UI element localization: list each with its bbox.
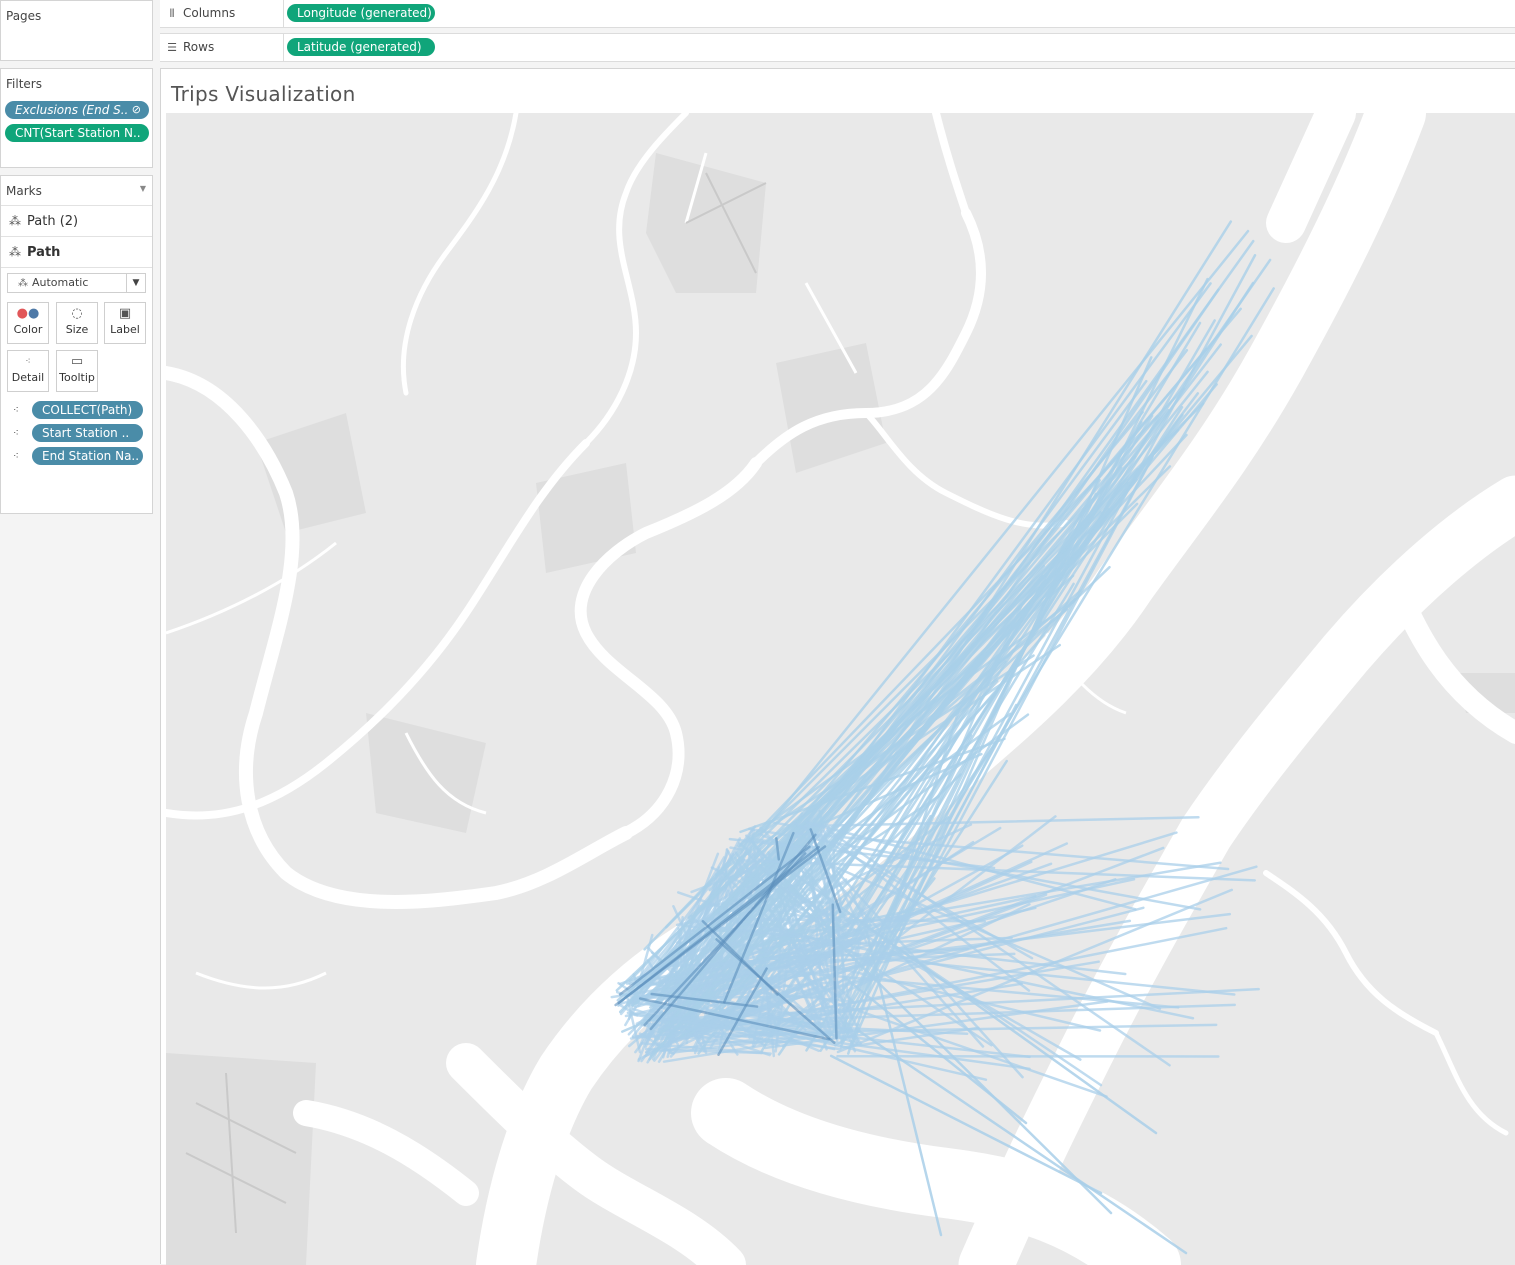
color-dots-icon: ●● xyxy=(8,303,48,323)
tooltip-icon: ▭ xyxy=(57,351,97,371)
size-icon: ◌ xyxy=(57,303,97,323)
pages-card[interactable]: Pages xyxy=(0,0,153,61)
color-button[interactable]: ●● Color xyxy=(7,302,49,344)
marks-layer-path-2[interactable]: ⁂Path (2) xyxy=(1,206,152,237)
tooltip-button[interactable]: ▭ Tooltip xyxy=(56,350,98,392)
rows-icon: ☰ xyxy=(165,34,179,61)
chevron-down-icon: ▼ xyxy=(126,274,145,292)
mark-type-dropdown[interactable]: ⁂ Automatic ▼ xyxy=(7,273,146,293)
filter-pill-cnt-start-station[interactable]: CNT(Start Station N.. xyxy=(5,124,149,142)
rows-label-text: Rows xyxy=(183,40,214,54)
marks-layer-label: Path xyxy=(27,245,60,260)
rows-pill-latitude[interactable]: Latitude (generated) xyxy=(287,38,435,56)
map-canvas[interactable] xyxy=(166,113,1515,1265)
marks-menu-caret-icon[interactable]: ▼ xyxy=(140,184,146,193)
map-marks-icon: ⁂ xyxy=(9,206,27,236)
filters-title: Filters xyxy=(6,77,42,91)
filters-card[interactable]: Filters Exclusions (End S.. ⊘ CNT(Start … xyxy=(0,68,153,168)
columns-label-text: Columns xyxy=(183,6,235,20)
tooltip-button-label: Tooltip xyxy=(59,371,95,384)
marks-field-label: Start Station .. xyxy=(42,426,129,440)
label-icon: ▣ xyxy=(105,303,145,323)
columns-icon: ⦀ xyxy=(165,0,179,27)
marks-field-collect-path[interactable]: COLLECT(Path) xyxy=(32,401,143,419)
pages-title: Pages xyxy=(6,9,41,23)
detail-button-label: Detail xyxy=(12,371,44,384)
view-card: Trips Visualization xyxy=(160,68,1515,1264)
marks-title: Marks xyxy=(6,184,42,198)
size-button[interactable]: ◌ Size xyxy=(56,302,98,344)
detail-icon: ⁖ xyxy=(13,405,18,416)
marks-field-start-station[interactable]: Start Station .. xyxy=(32,424,143,442)
columns-shelf[interactable]: ⦀ Columns Longitude (generated) xyxy=(160,0,1515,28)
size-button-label: Size xyxy=(66,323,89,336)
link-icon: ⊘ xyxy=(132,101,141,119)
marks-card[interactable]: Marks ▼ ⁂Path (2) ⁂Path ⁂Automatic ▼ ●● … xyxy=(0,175,153,514)
label-button-label: Label xyxy=(110,323,140,336)
marks-field-label: COLLECT(Path) xyxy=(42,403,132,417)
marks-layer-label: Path (2) xyxy=(27,214,78,229)
detail-button[interactable]: ⁖ Detail xyxy=(7,350,49,392)
detail-icon: ⁖ xyxy=(13,428,18,439)
detail-icon: ⁖ xyxy=(13,451,18,462)
marks-field-label: End Station Na.. xyxy=(42,449,139,463)
marks-layer-path[interactable]: ⁂Path xyxy=(1,237,152,268)
rows-shelf[interactable]: ☰ Rows Latitude (generated) xyxy=(160,33,1515,62)
columns-shelf-label: ⦀ Columns xyxy=(165,0,284,27)
map-marks-icon: ⁂ xyxy=(9,237,27,267)
columns-pill-longitude[interactable]: Longitude (generated) xyxy=(287,4,435,22)
rows-pill-label: Latitude (generated) xyxy=(297,40,422,54)
label-button[interactable]: ▣ Label xyxy=(104,302,146,344)
mark-type-value: Automatic xyxy=(32,276,88,289)
detail-icon: ⁖ xyxy=(8,351,48,371)
view-title: Trips Visualization xyxy=(171,82,356,106)
marks-field-end-station[interactable]: End Station Na.. xyxy=(32,447,143,465)
filter-pill-exclusions-label: Exclusions (End S.. xyxy=(15,103,128,117)
rows-shelf-label: ☰ Rows xyxy=(165,34,284,61)
filter-pill-cnt-label: CNT(Start Station N.. xyxy=(15,126,141,140)
columns-pill-label: Longitude (generated) xyxy=(297,6,432,20)
filter-pill-exclusions[interactable]: Exclusions (End S.. ⊘ xyxy=(5,101,149,119)
map-marks-icon: ⁂ xyxy=(18,278,28,289)
color-button-label: Color xyxy=(14,323,43,336)
